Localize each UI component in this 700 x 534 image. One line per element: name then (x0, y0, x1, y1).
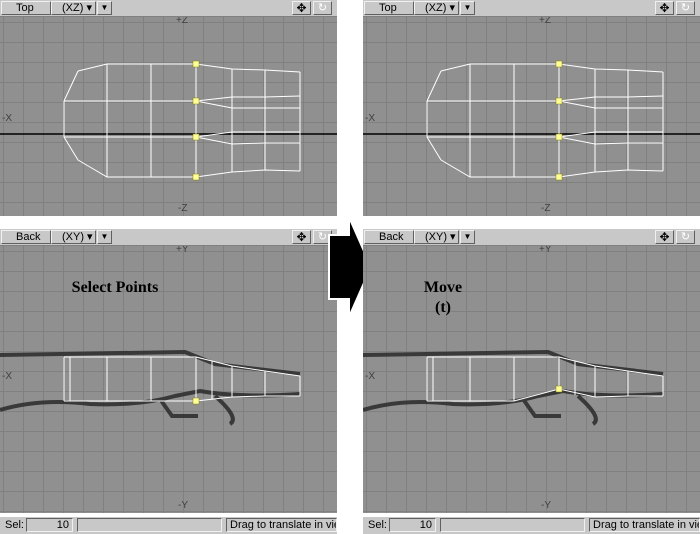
axis-label-left: -X (365, 113, 375, 124)
viewport-toolbar: Back (XY) ▾ ▼ ✥ ↻ (0, 229, 337, 246)
selection-count: 10 (26, 518, 73, 532)
view-plane-label: (XY) (425, 231, 447, 243)
status-message: Drag to translate in vie (226, 518, 337, 532)
dropdown-triangle-icon[interactable]: ▼ (97, 230, 112, 244)
axis-label-left: -X (365, 371, 375, 382)
top-viewport-grid[interactable]: +Z -X -Z (363, 17, 700, 216)
caption-line-2: (t) (435, 299, 451, 316)
axis-label-bottom: -Z (178, 203, 188, 214)
step-caption: Move (t) (393, 278, 493, 318)
back-viewport-grid[interactable]: +Y -X -Y Move (t) (363, 246, 700, 513)
dropdown-triangle-icon[interactable]: ▼ (460, 1, 475, 15)
axis-label-bottom: -Y (541, 500, 551, 511)
status-empty-field (77, 518, 222, 532)
move-cross-icon[interactable]: ✥ (655, 230, 674, 244)
sel-label: Sel: (5, 519, 24, 531)
viewport-toolbar: Top (XZ) ▾ ▼ ✥ ↻ (0, 0, 337, 17)
view-plane-label: (XZ) (425, 2, 447, 14)
axis-label-bottom: -Y (178, 500, 188, 511)
view-plane-button[interactable]: (XY) ▾ (51, 230, 96, 244)
view-name-button[interactable]: Top (364, 1, 414, 15)
left-panel: Top (XZ) ▾ ▼ ✥ ↻ +Z -X -Z Back (XY) ▾ ▼ … (0, 0, 337, 534)
view-plane-label: (XZ) (62, 2, 84, 14)
axis-label-top: +Y (539, 246, 552, 255)
top-viewport[interactable]: Top (XZ) ▾ ▼ ✥ ↻ +Z -X -Z (363, 0, 700, 216)
axis-label-left: -X (2, 371, 12, 382)
axis-label-bottom: -Z (541, 203, 551, 214)
dropdown-triangle-icon[interactable]: ▼ (460, 230, 475, 244)
back-viewport[interactable]: Back (XY) ▾ ▼ ✥ ↻ (363, 229, 700, 513)
top-wireframe (0, 60, 337, 181)
top-viewport-grid[interactable]: +Z -X -Z (0, 17, 337, 216)
rotate-icon[interactable]: ↻ (313, 1, 332, 15)
step-caption: Select Points (40, 278, 190, 298)
view-plane-label: (XY) (62, 231, 84, 243)
caption-line-1: Select Points (71, 279, 159, 296)
right-panel: Top (XZ) ▾ ▼ ✥ ↻ +Z -X -Z Back (XY) ▾ ▼ … (363, 0, 700, 534)
rotate-icon[interactable]: ↻ (676, 230, 695, 244)
sel-label: Sel: (368, 519, 387, 531)
view-plane-button[interactable]: (XZ) ▾ (51, 1, 96, 15)
axis-label-top: +Z (539, 17, 551, 26)
view-plane-button[interactable]: (XY) ▾ (414, 230, 459, 244)
move-cross-icon[interactable]: ✥ (292, 230, 311, 244)
viewport-toolbar: Back (XY) ▾ ▼ ✥ ↻ (363, 229, 700, 246)
selection-count: 10 (389, 518, 436, 532)
axis-label-top: +Y (176, 246, 189, 255)
rotate-icon[interactable]: ↻ (676, 1, 695, 15)
back-viewport[interactable]: Back (XY) ▾ ▼ ✥ ↻ (0, 229, 337, 513)
view-name-button[interactable]: Back (364, 230, 414, 244)
move-cross-icon[interactable]: ✥ (655, 1, 674, 15)
dropdown-triangle-icon[interactable]: ▼ (97, 1, 112, 15)
viewport-toolbar: Top (XZ) ▾ ▼ ✥ ↻ (363, 0, 700, 17)
top-wireframe (363, 60, 700, 181)
move-cross-icon[interactable]: ✥ (292, 1, 311, 15)
top-viewport[interactable]: Top (XZ) ▾ ▼ ✥ ↻ +Z -X -Z (0, 0, 337, 216)
status-bar: Sel: 10 Drag to translate in vie (363, 517, 700, 534)
status-empty-field (440, 518, 585, 532)
status-bar: Sel: 10 Drag to translate in vie (0, 517, 337, 534)
status-message: Drag to translate in vie (589, 518, 700, 532)
back-viewport-grid[interactable]: +Y -X -Y Select Points (0, 246, 337, 513)
caption-line-1: Move (423, 279, 463, 296)
axis-label-top: +Z (176, 17, 188, 26)
view-name-button[interactable]: Top (1, 1, 51, 15)
view-plane-button[interactable]: (XZ) ▾ (414, 1, 459, 15)
view-name-button[interactable]: Back (1, 230, 51, 244)
axis-label-left: -X (2, 113, 12, 124)
